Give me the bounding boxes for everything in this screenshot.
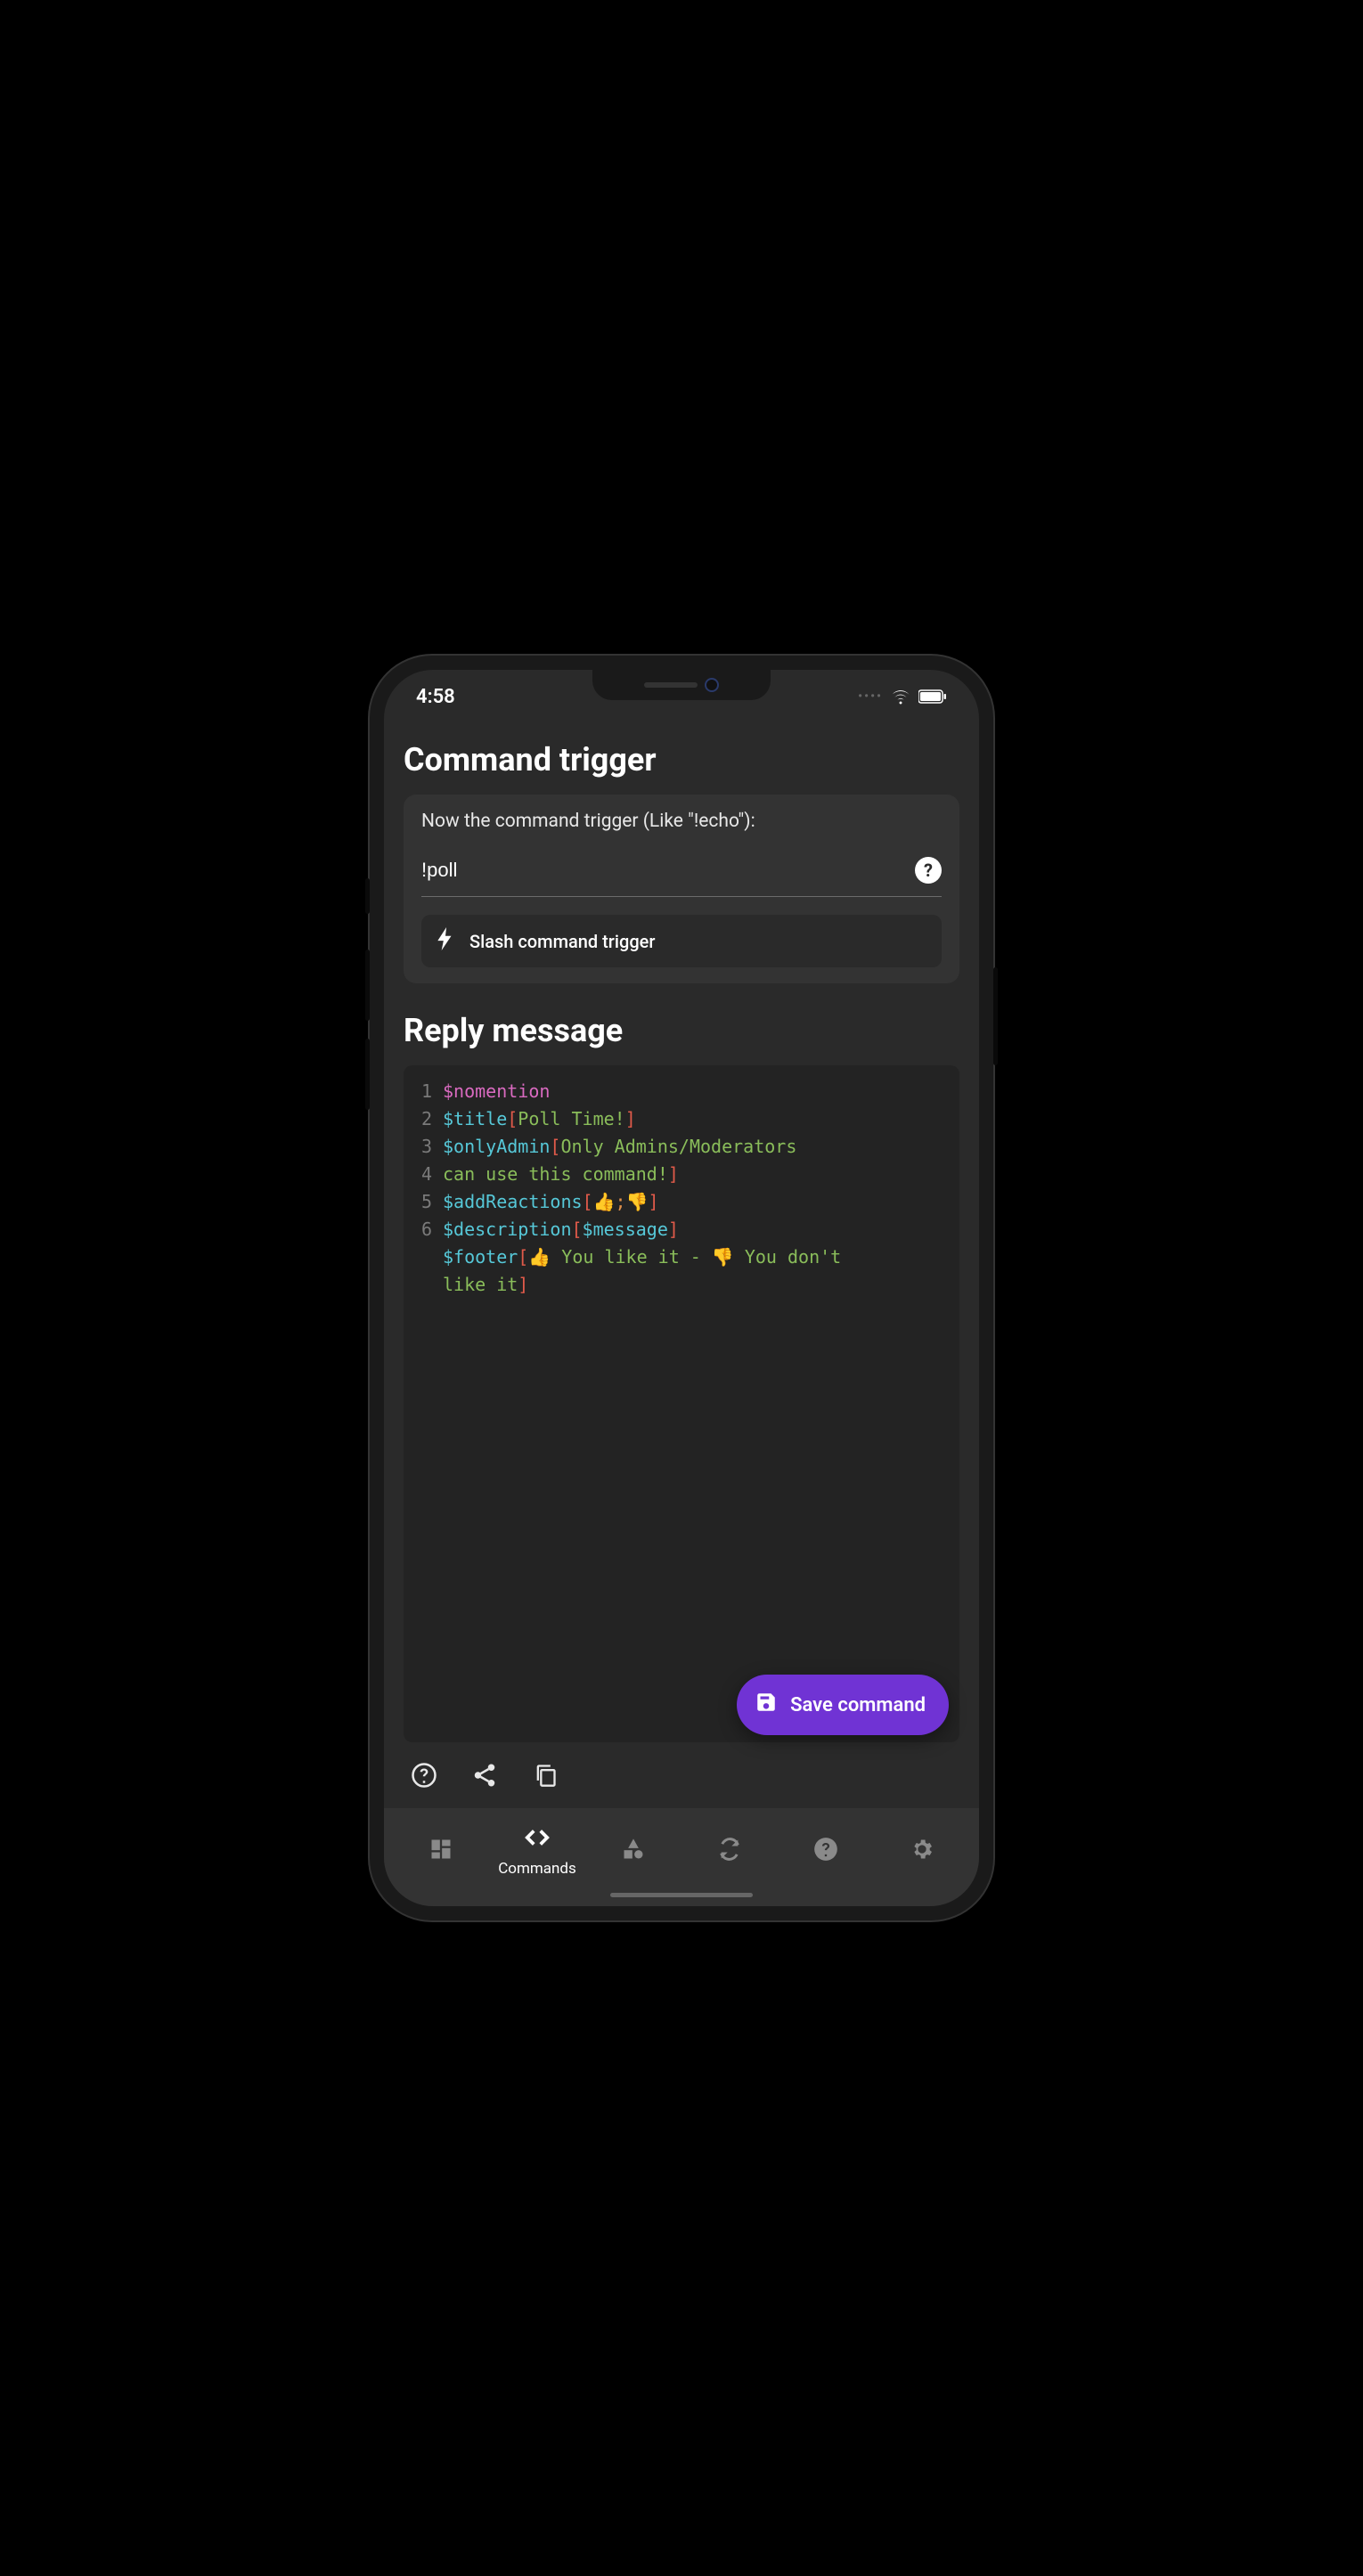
code-line: 5$addReactions[👍;👎] [412,1188,951,1216]
nav-sync[interactable] [682,1837,778,1865]
phone-screen: 4:58 •••• Command trigger Now the comman… [384,670,979,1906]
save-command-label: Save command [790,1694,926,1716]
gear-icon [910,1837,935,1865]
help-icon[interactable]: ? [915,857,942,884]
bottom-nav: Commands [384,1808,979,1906]
trigger-label: Now the command trigger (Like "!echo"): [421,811,942,832]
slash-command-label: Slash command trigger [469,931,655,952]
code-body: $addReactions[👍;👎] [443,1188,659,1216]
nav-shapes[interactable] [585,1837,682,1865]
code-body: $description[$message] [443,1216,679,1243]
trigger-input[interactable] [421,859,915,882]
side-button [365,878,370,914]
line-number: 1 [412,1078,443,1105]
code-icon [524,1824,551,1855]
section-title-reply: Reply message [404,1012,959,1049]
code-line: 3$onlyAdmin[Only Admins/Moderators [412,1133,951,1161]
lightning-icon [436,927,455,955]
code-line: 6$description[$message] [412,1216,951,1243]
sync-icon [717,1837,742,1865]
home-indicator [610,1893,753,1897]
code-body: $onlyAdmin[Only Admins/Moderators [443,1133,796,1161]
code-line: 4can use this command!] [412,1161,951,1188]
volume-up-button [365,950,370,1021]
code-body: like it] [443,1271,528,1299]
line-number: 2 [412,1105,443,1133]
save-command-button[interactable]: Save command [737,1675,949,1735]
line-number: 5 [412,1188,443,1216]
status-time: 4:58 [416,686,455,708]
line-number [412,1243,443,1271]
nav-gear[interactable] [874,1837,970,1865]
dashboard-icon [428,1837,453,1865]
save-icon [755,1691,778,1719]
notch [592,670,771,700]
reply-code-editor[interactable]: 1$nomention2$title[Poll Time!]3$onlyAdmi… [404,1065,959,1742]
nav-code[interactable]: Commands [489,1824,585,1878]
code-line: like it] [412,1271,951,1299]
code-body: can use this command!] [443,1161,679,1188]
phone-frame: 4:58 •••• Command trigger Now the comman… [370,656,993,1920]
code-line: 1$nomention [412,1078,951,1105]
help-icon [813,1837,838,1865]
code-line: 2$title[Poll Time!] [412,1105,951,1133]
action-row [384,1742,979,1808]
line-number: 3 [412,1133,443,1161]
share-icon[interactable] [469,1760,500,1790]
slash-command-button[interactable]: Slash command trigger [421,915,942,967]
signal-dots-icon: •••• [858,689,883,704]
shapes-icon [621,1837,646,1865]
nav-dashboard[interactable] [393,1837,489,1865]
line-number: 4 [412,1161,443,1188]
line-number [412,1271,443,1299]
code-body: $footer[👍 You like it - 👎 You don't [443,1243,841,1271]
code-line: $footer[👍 You like it - 👎 You don't [412,1243,951,1271]
battery-icon [918,689,947,704]
trigger-card: Now the command trigger (Like "!echo"): … [404,795,959,983]
code-body: $nomention [443,1078,550,1105]
copy-icon[interactable] [530,1760,560,1790]
volume-down-button [365,1039,370,1110]
section-title-trigger: Command trigger [404,741,959,779]
wifi-icon [890,688,911,705]
power-button [993,967,998,1065]
nav-label: Commands [498,1860,576,1878]
line-number: 6 [412,1216,443,1243]
code-body: $title[Poll Time!] [443,1105,636,1133]
nav-help[interactable] [778,1837,874,1865]
help-outline-icon[interactable] [409,1760,439,1790]
